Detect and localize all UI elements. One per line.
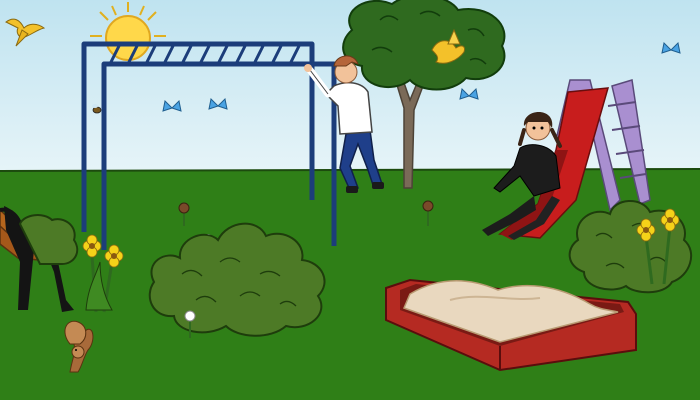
scene-canvas — [0, 0, 700, 400]
playground-scene — [0, 0, 700, 400]
